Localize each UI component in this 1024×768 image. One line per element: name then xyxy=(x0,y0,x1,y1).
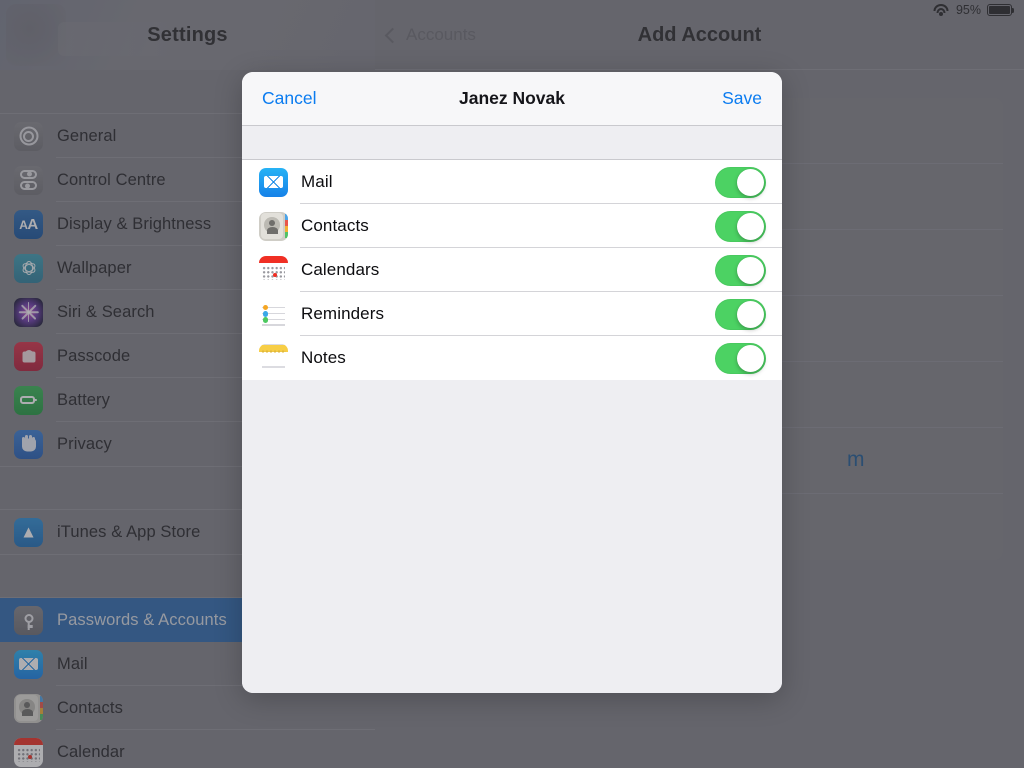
sidebar-item-label: Wallpaper xyxy=(57,258,132,277)
sidebar-item-label: Contacts xyxy=(57,698,123,717)
list-item-label: Calendars xyxy=(301,260,380,279)
contacts-icon xyxy=(259,211,288,241)
account-settings-modal: Cancel Janez Novak Save Mail Contacts Ca… xyxy=(242,72,782,693)
key-icon xyxy=(14,605,43,635)
lock-icon xyxy=(14,341,43,371)
mail-icon xyxy=(14,649,43,679)
detail-header: Accounts Add Account xyxy=(375,0,1024,70)
list-item-calendars[interactable]: Calendars xyxy=(242,248,782,292)
partial-link-text: m xyxy=(847,448,865,471)
contacts-icon xyxy=(14,693,43,723)
detail-title: Add Account xyxy=(637,23,762,46)
sidebar-item-label: Mail xyxy=(57,654,88,673)
cancel-button[interactable]: Cancel xyxy=(262,88,316,109)
calendar-icon xyxy=(14,737,43,767)
mail-icon xyxy=(259,167,288,197)
sidebar-item-label: General xyxy=(57,126,117,145)
battery-percent-label: 95% xyxy=(955,3,981,17)
sidebar-item-label: iTunes & App Store xyxy=(57,522,201,541)
toggle-notes[interactable] xyxy=(715,342,766,374)
list-item-mail[interactable]: Mail xyxy=(242,160,782,204)
list-item-label: Reminders xyxy=(301,304,385,323)
notes-icon xyxy=(259,343,288,373)
list-item-label: Mail xyxy=(301,172,333,191)
battery-icon xyxy=(987,4,1015,16)
list-item-notes[interactable]: Notes xyxy=(242,336,782,380)
save-button[interactable]: Save xyxy=(722,88,762,109)
modal-header: Cancel Janez Novak Save xyxy=(242,72,782,126)
calendar-icon xyxy=(259,255,288,285)
toggle-mail[interactable] xyxy=(715,166,766,198)
sidebar-item-label: Privacy xyxy=(57,434,112,453)
sidebar-item-label: Control Centre xyxy=(57,170,166,189)
gear-icon xyxy=(14,121,43,151)
sidebar-item-label: Battery xyxy=(57,390,110,409)
wifi-icon xyxy=(933,4,950,16)
modal-section-spacer xyxy=(242,126,782,159)
account-services-list: Mail Contacts Calendars Reminders Notes xyxy=(242,159,782,380)
toggle-calendars[interactable] xyxy=(715,254,766,286)
page-title: Settings xyxy=(147,23,228,46)
wallpaper-icon xyxy=(14,253,43,283)
toggle-contacts[interactable] xyxy=(715,210,766,242)
display-brightness-icon: AA xyxy=(14,209,43,239)
sidebar-item-label: Siri & Search xyxy=(57,302,155,321)
sidebar-item-label: Display & Brightness xyxy=(57,214,212,233)
hand-icon xyxy=(14,429,43,459)
sidebar-item-calendar[interactable]: Calendar xyxy=(0,730,375,768)
screen: Settings General Control Centre AA Displ… xyxy=(0,0,1024,768)
toggle-reminders[interactable] xyxy=(715,298,766,330)
list-item-label: Notes xyxy=(301,348,346,367)
battery-icon xyxy=(14,385,43,415)
control-centre-icon xyxy=(14,165,43,195)
list-item-reminders[interactable]: Reminders xyxy=(242,292,782,336)
modal-title: Janez Novak xyxy=(458,88,566,108)
sidebar-header: Settings xyxy=(0,0,375,70)
sidebar-item-label: Calendar xyxy=(57,742,125,761)
list-item-contacts[interactable]: Contacts xyxy=(242,204,782,248)
app-store-icon: ▲ xyxy=(14,517,43,547)
status-bar: 95% xyxy=(933,0,1024,20)
siri-icon xyxy=(14,297,43,327)
reminders-icon xyxy=(259,299,288,329)
sidebar-item-label: Passcode xyxy=(57,346,131,365)
list-item-label: Contacts xyxy=(301,216,369,235)
modal-footer-area xyxy=(242,380,782,693)
sidebar-item-label: Passwords & Accounts xyxy=(57,610,227,629)
